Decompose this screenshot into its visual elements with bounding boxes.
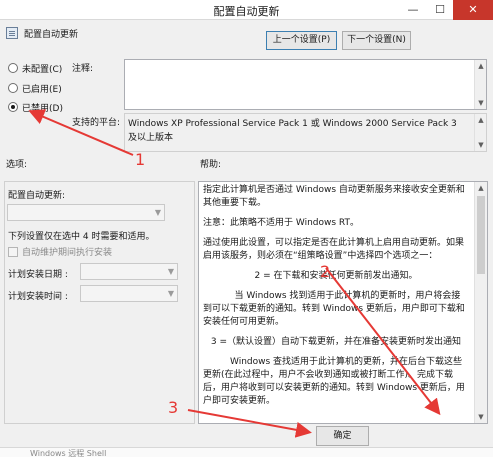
annotation-number-3: 3: [168, 398, 179, 417]
annotation-number-1: 1: [135, 150, 146, 169]
annotation-arrow-2: [325, 267, 441, 416]
annotation-arrow-3: [187, 409, 312, 438]
annotation-overlay: [28, 109, 441, 438]
annotation-arrow-1: [28, 109, 134, 156]
annotation-number-2: 2: [320, 262, 331, 281]
